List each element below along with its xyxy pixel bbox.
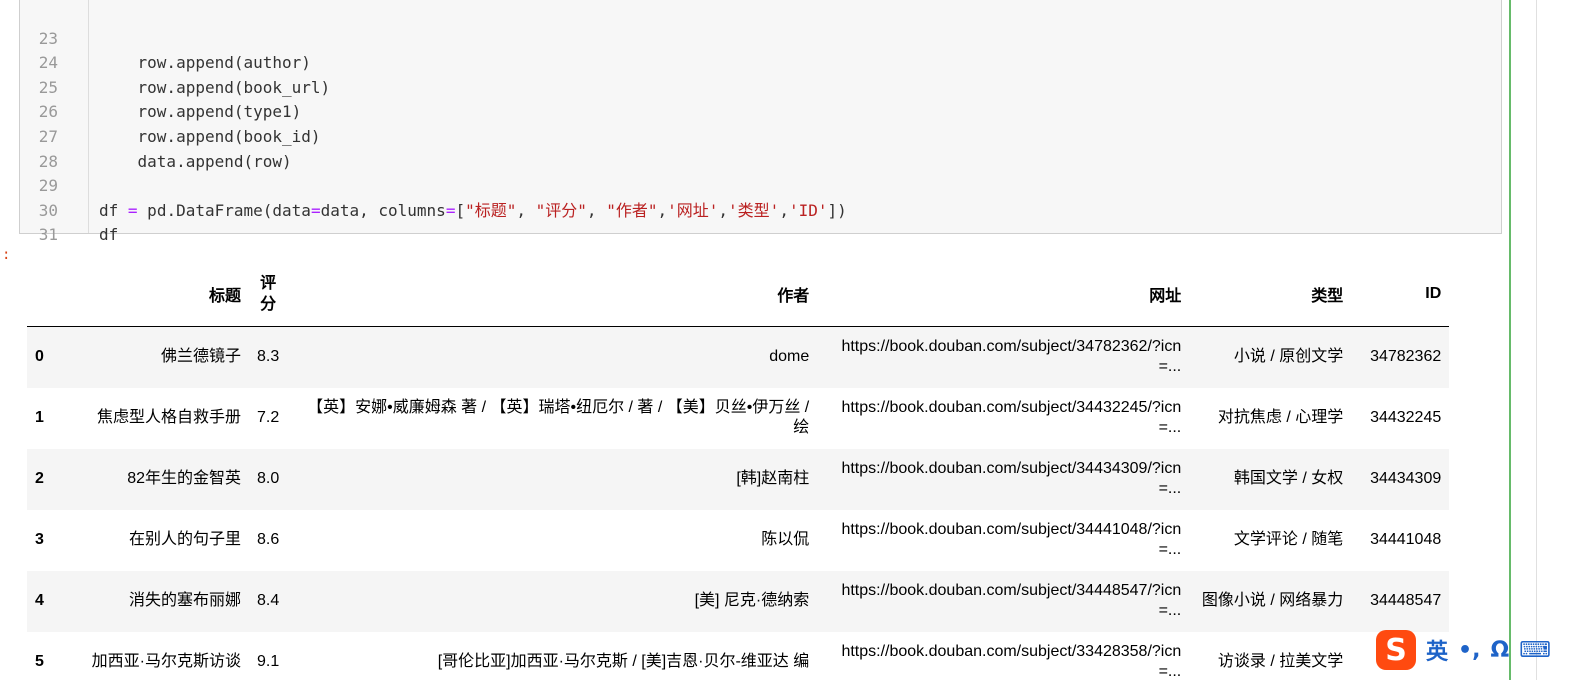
code-line: 25 row.append(type1) [20, 51, 1501, 122]
cell-author: 【英】安娜•威廉姆森 著 / 【英】瑞塔•纽厄尔 / 著 / 【美】贝丝•伊万丝… [307, 399, 810, 436]
cell-type: 小说 / 原创文学 [1233, 348, 1344, 366]
column-header-title: 标题 [61, 262, 249, 327]
cell-rating: 8.0 [257, 470, 280, 487]
cell-type: 对抗焦虑 / 心理学 [1217, 409, 1344, 426]
column-header-type: 类型 [1189, 262, 1352, 327]
cell-type: 图像小说 / 网络暴力 [1201, 592, 1344, 609]
code-line: 23 row.append(author) [20, 2, 1501, 73]
code-line: 29 df = pd.DataFrame(data=data, columns=… [20, 150, 1501, 220]
table-row: 1 焦虑型人格自救手册 7.2 【英】安娜•威廉姆森 著 / 【英】瑞塔•纽厄尔… [27, 388, 1449, 449]
code-line: 31 [20, 199, 1501, 244]
code-line: 24 row.append(book_url) [20, 27, 1501, 97]
table-row: 2 82年生的金智英 8.0 [韩]赵南柱 https://book.douba… [27, 448, 1450, 510]
cell-author: [哥伦比亚]加西亚·马尔克斯 / [美]吉恩·贝尔-维亚达 编 [437, 653, 810, 670]
code-line: 27 data.append(row) [20, 100, 1501, 171]
cell-rating: 8.4 [257, 592, 280, 609]
table-row: 3 在别人的句子里 8.6 陈以侃 https://book.douban.co… [27, 510, 1449, 571]
cell-rating: 7.2 [257, 409, 280, 426]
row-index: 5 [35, 653, 44, 670]
scrollbar-track[interactable] [1536, 0, 1537, 680]
row-index: 4 [35, 592, 44, 609]
cell-title: 消失的塞布丽娜 [128, 592, 241, 609]
cell-rating: 9.1 [257, 653, 280, 670]
table-header-row: 标题 评分 作者 网址 类型 ID [27, 262, 1450, 327]
column-header-id: ID [1351, 262, 1450, 327]
row-index: 0 [35, 348, 44, 366]
cell-id: 34441048 [1370, 531, 1442, 548]
cell-title: 佛兰德镜子 [160, 348, 241, 366]
cell-type: 文学评论 / 随笔 [1233, 531, 1344, 548]
cell-id: 34432245 [1370, 409, 1442, 426]
cell-id: 34434309 [1370, 470, 1442, 487]
cell-url: https://book.douban.com/subject/34448547… [841, 582, 1182, 619]
ime-language-toggle[interactable]: 英 [1426, 634, 1448, 666]
symbol-icon[interactable]: Ω [1490, 638, 1509, 663]
cell-author: [美] 尼克·德纳索 [694, 592, 810, 609]
cell-title: 在别人的句子里 [128, 531, 241, 548]
sogou-logo-icon[interactable]: S [1376, 630, 1416, 670]
cell-url: https://book.douban.com/subject/33428358… [841, 643, 1182, 680]
cell-url: https://book.douban.com/subject/34432245… [841, 399, 1182, 436]
cell-id: 34782362 [1370, 348, 1442, 366]
cell-rating: 8.6 [257, 531, 280, 548]
table-row: 4 消失的塞布丽娜 8.4 [美] 尼克·德纳索 https://book.do… [27, 570, 1450, 632]
cell-title: 82年生的金智英 [127, 470, 241, 487]
row-index: 2 [35, 470, 44, 487]
column-header-url: 网址 [817, 262, 1190, 327]
jupyter-notebook-view: 23 row.append(author) 24 row.append(book… [0, 0, 1588, 680]
code-text: df [99, 225, 119, 245]
cell-title: 加西亚·马尔克斯访谈 [91, 653, 241, 670]
code-line: 30 df [20, 174, 1501, 245]
code-line: 28 [20, 125, 1501, 171]
cell-url: https://book.douban.com/subject/34441048… [841, 521, 1182, 558]
column-header-rating: 评分 [249, 262, 288, 327]
cell-type: 访谈录 / 拉美文学 [1217, 653, 1344, 670]
table-row: 5 加西亚·马尔克斯访谈 9.1 [哥伦比亚]加西亚·马尔克斯 / [美]吉恩·… [27, 632, 1449, 680]
cell-rating: 8.3 [257, 348, 280, 366]
cell-edit-indicator [1509, 0, 1511, 680]
cell-url: https://book.douban.com/subject/34782362… [841, 338, 1182, 376]
table-row: 0 佛兰德镜子 8.3 dome https://book.douban.com… [27, 326, 1450, 388]
cell-id: 34448547 [1370, 592, 1442, 609]
row-index: 1 [35, 409, 44, 426]
dataframe-table: 标题 评分 作者 网址 类型 ID 0 佛兰德镜子 8.3 dome https… [27, 262, 1450, 680]
line-number: 31 [38, 225, 58, 245]
cell-title: 焦虑型人格自救手册 [96, 409, 241, 426]
index-header [27, 262, 61, 327]
punctuation-mode-icon[interactable]: •, [1458, 638, 1480, 663]
column-header-author: 作者 [287, 262, 818, 327]
column-header-rating-text: 评分 [260, 275, 277, 313]
output-prompt: : [2, 247, 11, 263]
code-editor[interactable]: 23 row.append(author) 24 row.append(book… [20, 2, 1501, 245]
cell-author: dome [769, 348, 810, 366]
cell-url: https://book.douban.com/subject/34434309… [841, 460, 1182, 497]
cell-author: 陈以侃 [761, 531, 810, 548]
cell-author: [韩]赵南柱 [736, 470, 810, 487]
code-line: 26 row.append(book_id) [20, 76, 1501, 146]
ime-toolbar[interactable]: S 英 •, Ω ⌨ [1376, 630, 1588, 670]
code-cell[interactable]: 23 row.append(author) 24 row.append(book… [19, 0, 1502, 245]
row-index: 3 [35, 531, 44, 548]
keyboard-icon[interactable]: ⌨ [1519, 638, 1551, 663]
cell-type: 韩国文学 / 女权 [1233, 470, 1344, 487]
